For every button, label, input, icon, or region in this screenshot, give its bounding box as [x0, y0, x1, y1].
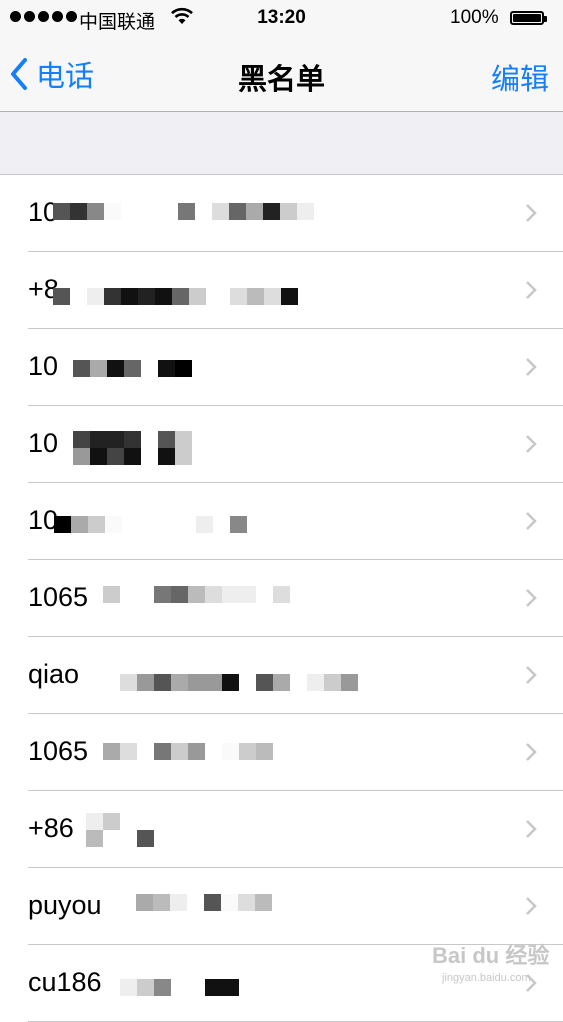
redacted-mosaic: [136, 894, 272, 911]
blocked-name: qiao: [28, 659, 80, 689]
page-title: 黑名单: [237, 64, 325, 96]
list-item[interactable]: +8: [28, 252, 563, 329]
chevron-right-icon: [526, 512, 537, 530]
blocked-number: +86: [28, 813, 74, 843]
blocked-name: puyou: [28, 890, 102, 920]
baidu-watermark-logo: Bai du 经验 jingyan.baidu.com: [432, 938, 549, 984]
redacted-mosaic: [230, 288, 298, 305]
list-item[interactable]: puyou: [28, 868, 563, 945]
chevron-right-icon: [526, 589, 537, 607]
list-item[interactable]: 10: [28, 406, 563, 483]
redacted-mosaic: [54, 516, 139, 533]
list-item[interactable]: 1065: [28, 714, 563, 791]
redacted-mosaic: [73, 448, 192, 465]
redacted-mosaic: [120, 674, 358, 691]
blocked-number: 10: [28, 428, 59, 458]
redacted-mosaic: [73, 431, 192, 448]
redacted-mosaic: [73, 360, 192, 377]
redacted-mosaic: [196, 516, 247, 533]
blocked-number: 1065: [28, 582, 89, 612]
list-item[interactable]: 1065: [28, 560, 563, 637]
chevron-right-icon: [526, 666, 537, 684]
redacted-mosaic: [103, 586, 290, 603]
list-item[interactable]: 10: [28, 329, 563, 406]
redacted-mosaic: [178, 203, 314, 220]
blocked-number: 10: [28, 351, 59, 381]
chevron-right-icon: [526, 358, 537, 376]
list-item[interactable]: qiao: [28, 637, 563, 714]
navigation-bar: 电话 黑名单 编辑: [0, 36, 563, 112]
chevron-right-icon: [526, 897, 537, 915]
edit-button[interactable]: 编辑: [491, 56, 549, 98]
redacted-mosaic: [103, 979, 239, 996]
redacted-mosaic: [86, 813, 120, 830]
chevron-right-icon: [526, 435, 537, 453]
blocked-number: 1065: [28, 736, 89, 766]
redacted-mosaic: [53, 288, 206, 305]
watermark-brand: Bai du 经验: [432, 943, 550, 968]
chevron-right-icon: [526, 204, 537, 222]
list-item[interactable]: 10: [28, 175, 563, 252]
battery-percent: 100%: [450, 7, 499, 28]
blocked-name: cu186: [28, 967, 102, 997]
redacted-mosaic: [53, 203, 121, 220]
chevron-right-icon: [526, 743, 537, 761]
chevron-right-icon: [526, 281, 537, 299]
redacted-mosaic: [103, 743, 273, 760]
list-item[interactable]: 10: [28, 483, 563, 560]
redacted-mosaic: [86, 830, 154, 847]
list-item[interactable]: +86: [28, 791, 563, 868]
blocked-list: 10 +8 10 10 10 1065 qiao 1065 +86 puyou …: [0, 174, 563, 1022]
watermark-url: jingyan.baidu.com: [442, 972, 531, 984]
chevron-right-icon: [526, 820, 537, 838]
status-bar: 中国联通 13:20 100%: [0, 0, 563, 36]
battery-icon: [510, 11, 547, 25]
